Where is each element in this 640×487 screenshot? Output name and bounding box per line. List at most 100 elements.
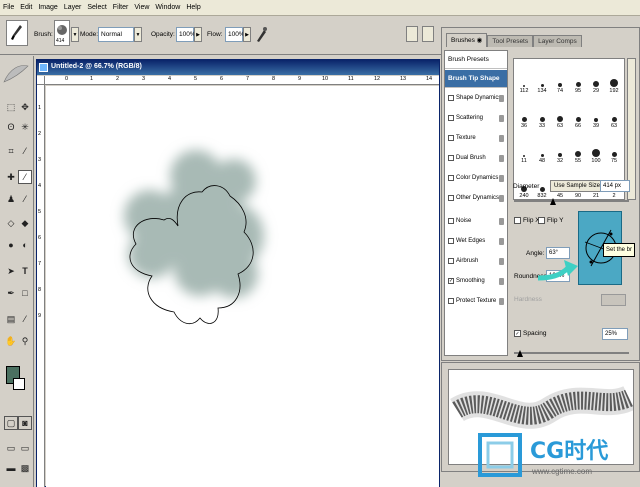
brush-tip-cell[interactable]: 112 [515,61,533,94]
brush-tip-cell[interactable]: 36 [515,96,533,129]
jump-to-imageready-icon[interactable]: ▩ [18,461,32,475]
flip-y-checkbox[interactable] [538,217,545,224]
brush-option-row[interactable]: Scattering [445,110,507,129]
diameter-input[interactable]: 414 px [600,180,630,192]
document-title-bar[interactable]: Untitled-2 @ 66.7% (RGB/8) [37,60,439,75]
brush-option-checkbox[interactable] [448,238,454,244]
lock-icon[interactable] [499,175,504,182]
clone-stamp-tool-icon[interactable]: ♟ [4,192,18,206]
brush-option-row[interactable]: Dual Brush [445,150,507,169]
brush-option-row[interactable]: Protect Texture [445,293,507,312]
menu-file[interactable]: File [3,4,14,11]
brush-tip-cell[interactable]: 95 [569,61,587,94]
tab-brushes[interactable]: Brushes ◉ [446,33,488,47]
magic-wand-tool-icon[interactable]: ✳ [18,120,32,134]
brush-dropdown-arrow[interactable]: ▼ [71,27,79,42]
palette-toggle-icon[interactable] [422,26,434,42]
hand-tool-icon[interactable]: ✋ [4,334,18,348]
brush-option-checkbox[interactable]: ✓ [448,278,454,284]
standard-mode-icon[interactable]: ▢ [4,416,18,430]
lock-icon[interactable] [499,298,504,305]
slice-tool-icon[interactable]: ⁄ [18,144,32,158]
menu-help[interactable]: Help [186,4,200,11]
brush-tip-cell[interactable]: 63 [551,96,569,129]
dodge-tool-icon[interactable]: ◐ [18,238,32,252]
eraser-tool-icon[interactable]: ◇ [4,216,18,230]
lock-icon[interactable] [499,115,504,122]
zoom-tool-icon[interactable]: ⚲ [18,334,32,348]
move-tool-icon[interactable]: ✥ [18,100,32,114]
brush-tip-cell[interactable]: 48 [533,131,551,164]
brush-tool-icon[interactable]: ⁄ [18,170,32,184]
diameter-slider-track[interactable] [514,200,629,202]
horizontal-ruler[interactable]: 0 1 2 3 4 5 6 7 8 9 10 11 12 13 14 [45,76,439,85]
brush-tip-cell[interactable]: 32 [551,131,569,164]
brush-tip-cell[interactable]: 66 [569,96,587,129]
healing-brush-tool-icon[interactable]: ✚ [4,170,18,184]
brush-tip-cell[interactable]: 55 [569,131,587,164]
brush-tip-cell[interactable]: 134 [533,61,551,94]
opacity-slider-arrow[interactable]: ▶ [194,27,202,42]
brush-option-checkbox[interactable] [448,95,454,101]
canvas[interactable] [46,86,439,487]
brush-picker[interactable]: 414 [54,20,70,46]
lock-icon[interactable] [499,155,504,162]
brush-option-checkbox[interactable] [448,258,454,264]
screen-mode-standard-icon[interactable]: ▭ [4,441,18,455]
menu-filter[interactable]: Filter [113,4,129,11]
brush-tip-cell[interactable]: 100 [587,131,605,164]
path-selection-tool-icon[interactable]: ➤ [4,264,18,278]
brush-option-checkbox[interactable] [448,115,454,121]
brush-option-row[interactable]: Airbrush [445,253,507,272]
opacity-input[interactable]: 100% [176,27,196,42]
background-color-swatch[interactable] [13,378,25,390]
brush-option-row[interactable]: Other Dynamics [445,190,507,209]
lock-icon[interactable] [499,195,504,202]
flow-input[interactable]: 100% [225,27,245,42]
brush-option-checkbox[interactable] [448,135,454,141]
brush-option-row[interactable]: Color Dynamics [445,170,507,189]
lock-icon[interactable] [499,135,504,142]
type-tool-icon[interactable]: T [18,264,32,278]
flip-x-checkbox[interactable] [514,217,521,224]
menu-image[interactable]: Image [38,4,57,11]
brush-option-row[interactable]: Texture [445,130,507,149]
brush-option-checkbox[interactable] [448,195,454,201]
spacing-checkbox[interactable]: ✓ [514,330,521,337]
lock-icon[interactable] [499,278,504,285]
menu-layer[interactable]: Layer [64,4,82,11]
mode-dropdown-arrow[interactable]: ▼ [134,27,142,42]
screen-mode-full-icon[interactable]: ▭ [18,441,32,455]
paint-bucket-tool-icon[interactable]: ◆ [18,216,32,230]
screen-mode-fullscreen-icon[interactable]: ▬ [4,461,18,475]
tool-preset-picker[interactable] [6,20,28,46]
eyedropper-tool-icon[interactable]: ⁄ [18,312,32,326]
marquee-tool-icon[interactable]: ⬚ [4,100,18,114]
menu-select[interactable]: Select [87,4,106,11]
pen-tool-icon[interactable]: ✒ [4,286,18,300]
spacing-slider-track[interactable] [514,352,629,354]
history-brush-tool-icon[interactable]: ⁄ [18,192,32,206]
menu-window[interactable]: Window [155,4,180,11]
brush-option-checkbox[interactable] [448,155,454,161]
mode-select[interactable]: Normal [98,27,134,42]
crop-tool-icon[interactable]: ⌗ [4,144,18,158]
brush-tip-cell[interactable]: 11 [515,131,533,164]
brush-tip-cell[interactable]: 192 [605,61,623,94]
quick-mask-mode-icon[interactable]: ◙ [18,416,32,430]
brush-option-row[interactable]: Noise [445,213,507,232]
flow-slider-arrow[interactable]: ▶ [243,27,251,42]
brush-option-row[interactable]: Shape Dynamics [445,90,507,109]
brush-tip-cell[interactable]: 63 [605,96,623,129]
menu-view[interactable]: View [134,4,149,11]
rectangle-tool-icon[interactable]: □ [18,286,32,300]
use-sample-size-button[interactable]: Use Sample Size [550,180,605,192]
lock-icon[interactable] [499,258,504,265]
file-browser-icon[interactable] [406,26,418,42]
brush-tip-cell[interactable]: 74 [551,61,569,94]
brush-option-checkbox[interactable] [448,298,454,304]
lasso-tool-icon[interactable]: ʘ [4,120,18,134]
lock-icon[interactable] [499,218,504,225]
brush-tip-shape-item[interactable]: Brush Tip Shape [445,70,507,88]
tab-tool-presets[interactable]: Tool Presets [487,35,534,47]
